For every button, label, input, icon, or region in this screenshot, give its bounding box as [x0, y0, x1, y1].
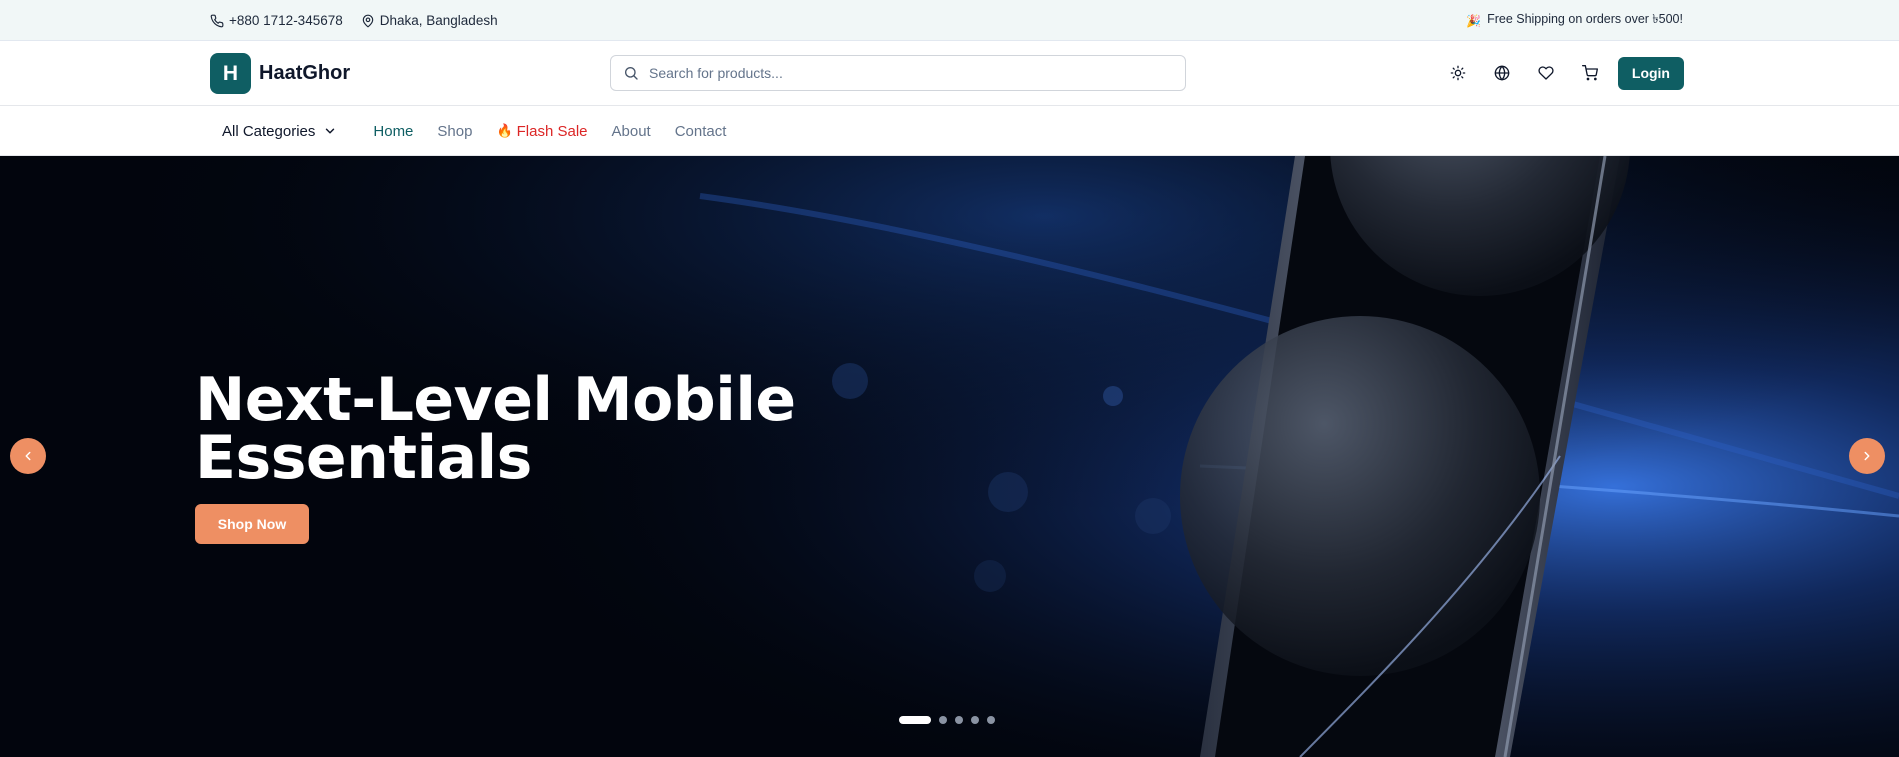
search-bar [610, 55, 1186, 91]
wishlist-button[interactable] [1524, 56, 1568, 90]
cart-button[interactable] [1568, 56, 1612, 90]
all-categories-label: All Categories [222, 122, 316, 140]
location-info: Dhaka, Bangladesh [361, 13, 498, 28]
all-categories-dropdown[interactable]: All Categories [222, 123, 337, 140]
nav-link-about[interactable]: About [612, 123, 651, 140]
map-pin-icon [362, 14, 373, 27]
slider-dot[interactable] [939, 716, 947, 724]
nav-link-label: Flash Sale [516, 122, 588, 140]
location-text: Dhaka, Bangladesh [379, 13, 498, 28]
shop-now-button[interactable]: Shop Now [195, 504, 309, 544]
slider-dot[interactable] [899, 716, 931, 724]
logo-badge: H [210, 53, 251, 94]
search-icon [625, 67, 638, 80]
nav-link-label: Home [373, 122, 414, 140]
language-button[interactable] [1480, 56, 1524, 90]
nav-link-label: Contact [674, 122, 727, 140]
slider-dot[interactable] [955, 716, 963, 724]
top-info-bar: +880 1712-345678 Dhaka, Bangladesh 🎉 Fre… [0, 0, 1899, 41]
phone-icon [210, 14, 224, 27]
heart-icon [1538, 66, 1554, 80]
nav-link-home[interactable]: Home [373, 123, 413, 140]
chevron-down-icon [326, 128, 335, 134]
slider-dots [899, 716, 995, 724]
phone-number: +880 1712-345678 [229, 13, 343, 28]
cart-icon [1581, 65, 1598, 81]
theme-toggle-button[interactable] [1436, 56, 1480, 90]
globe-icon [1494, 65, 1510, 81]
header-actions: Login [1436, 56, 1684, 90]
brand-name: HaatGhor [259, 62, 351, 84]
slider-dot[interactable] [987, 716, 995, 724]
shipping-text: Free Shipping on orders over ৳500! [1487, 11, 1683, 26]
slider-prev-button[interactable] [10, 438, 46, 474]
slider-dot[interactable] [971, 716, 979, 724]
main-nav: All Categories Home Shop 🔥 Flash Sale Abo… [0, 106, 1899, 156]
chevron-right-icon [1864, 451, 1870, 461]
main-header: H HaatGhor Login [0, 41, 1899, 106]
sun-icon [1450, 65, 1466, 81]
hero-title: Next-Level Mobile Essentials [195, 365, 796, 493]
nav-link-contact[interactable]: Contact [675, 123, 727, 140]
login-button[interactable]: Login [1617, 56, 1684, 90]
slider-next-button[interactable] [1849, 438, 1885, 474]
nav-link-flash-sale[interactable]: 🔥 Flash Sale [496, 123, 587, 140]
nav-link-label: Shop [437, 122, 473, 140]
phone-info[interactable]: +880 1712-345678 [210, 13, 343, 28]
nav-link-label: About [611, 122, 651, 140]
nav-link-shop[interactable]: Shop [437, 123, 472, 140]
party-icon: 🎉 [1466, 13, 1482, 28]
shipping-banner: 🎉 Free Shipping on orders over ৳500! [1466, 0, 1683, 41]
contact-info: +880 1712-345678 Dhaka, Bangladesh [210, 0, 498, 41]
chevron-left-icon [25, 451, 31, 461]
logo[interactable]: H HaatGhor [210, 53, 350, 94]
hero-slider: Next-Level Mobile Essentials Shop Now [0, 156, 1899, 757]
search-input[interactable] [649, 65, 1169, 81]
flame-icon: 🔥 [496, 123, 513, 138]
